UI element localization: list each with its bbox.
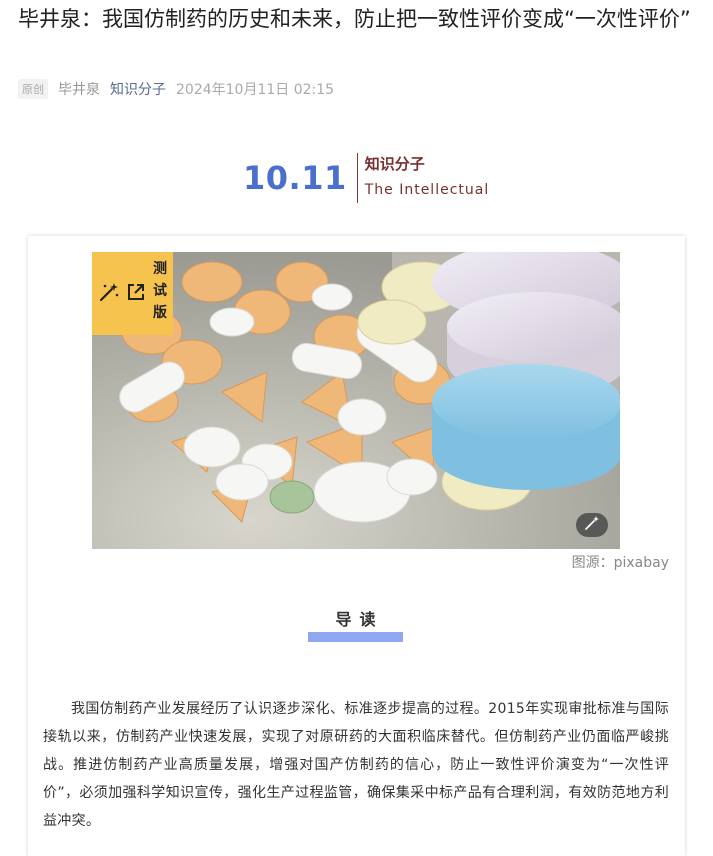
publish-datetime: 2024年10月11日 02:15	[176, 82, 335, 98]
test-version-label: 测试版	[153, 261, 167, 321]
account-link[interactable]: 知识分子	[110, 79, 166, 99]
brand-chinese: 知识分子	[364, 155, 425, 173]
body-paragraph: 我国仿制药产业发展经历了认识逐步深化、标准逐步提高的过程。2015年实现审批标准…	[43, 701, 669, 829]
brand-english: The Intellectual	[364, 182, 490, 198]
date-header: 10.11 知识分子 The Intellectual	[243, 152, 489, 204]
image-caption: 图源：pixabay	[571, 555, 669, 571]
sparkle-wand-icon	[584, 515, 600, 535]
guide-underline	[308, 632, 403, 642]
author-name: 毕井泉	[58, 82, 100, 98]
test-version-badge[interactable]: 测试版	[92, 252, 173, 335]
image-magic-button[interactable]	[576, 513, 608, 537]
article-title: 毕井泉：我国仿制药的历史和未来，防止把一致性评价变成“一次性评价”	[18, 7, 691, 31]
date-number: 10.11	[243, 159, 347, 197]
original-badge: 原创	[18, 79, 48, 99]
brand-block: 知识分子 The Intellectual	[358, 153, 490, 203]
guide-heading: 导读	[308, 610, 403, 642]
guide-title: 导读	[335, 610, 384, 629]
article-meta: 原创 毕井泉 知识分子 2024年10月11日 02:15	[18, 78, 334, 100]
open-external-icon[interactable]	[126, 282, 146, 306]
magic-wand-icon[interactable]	[98, 281, 120, 307]
